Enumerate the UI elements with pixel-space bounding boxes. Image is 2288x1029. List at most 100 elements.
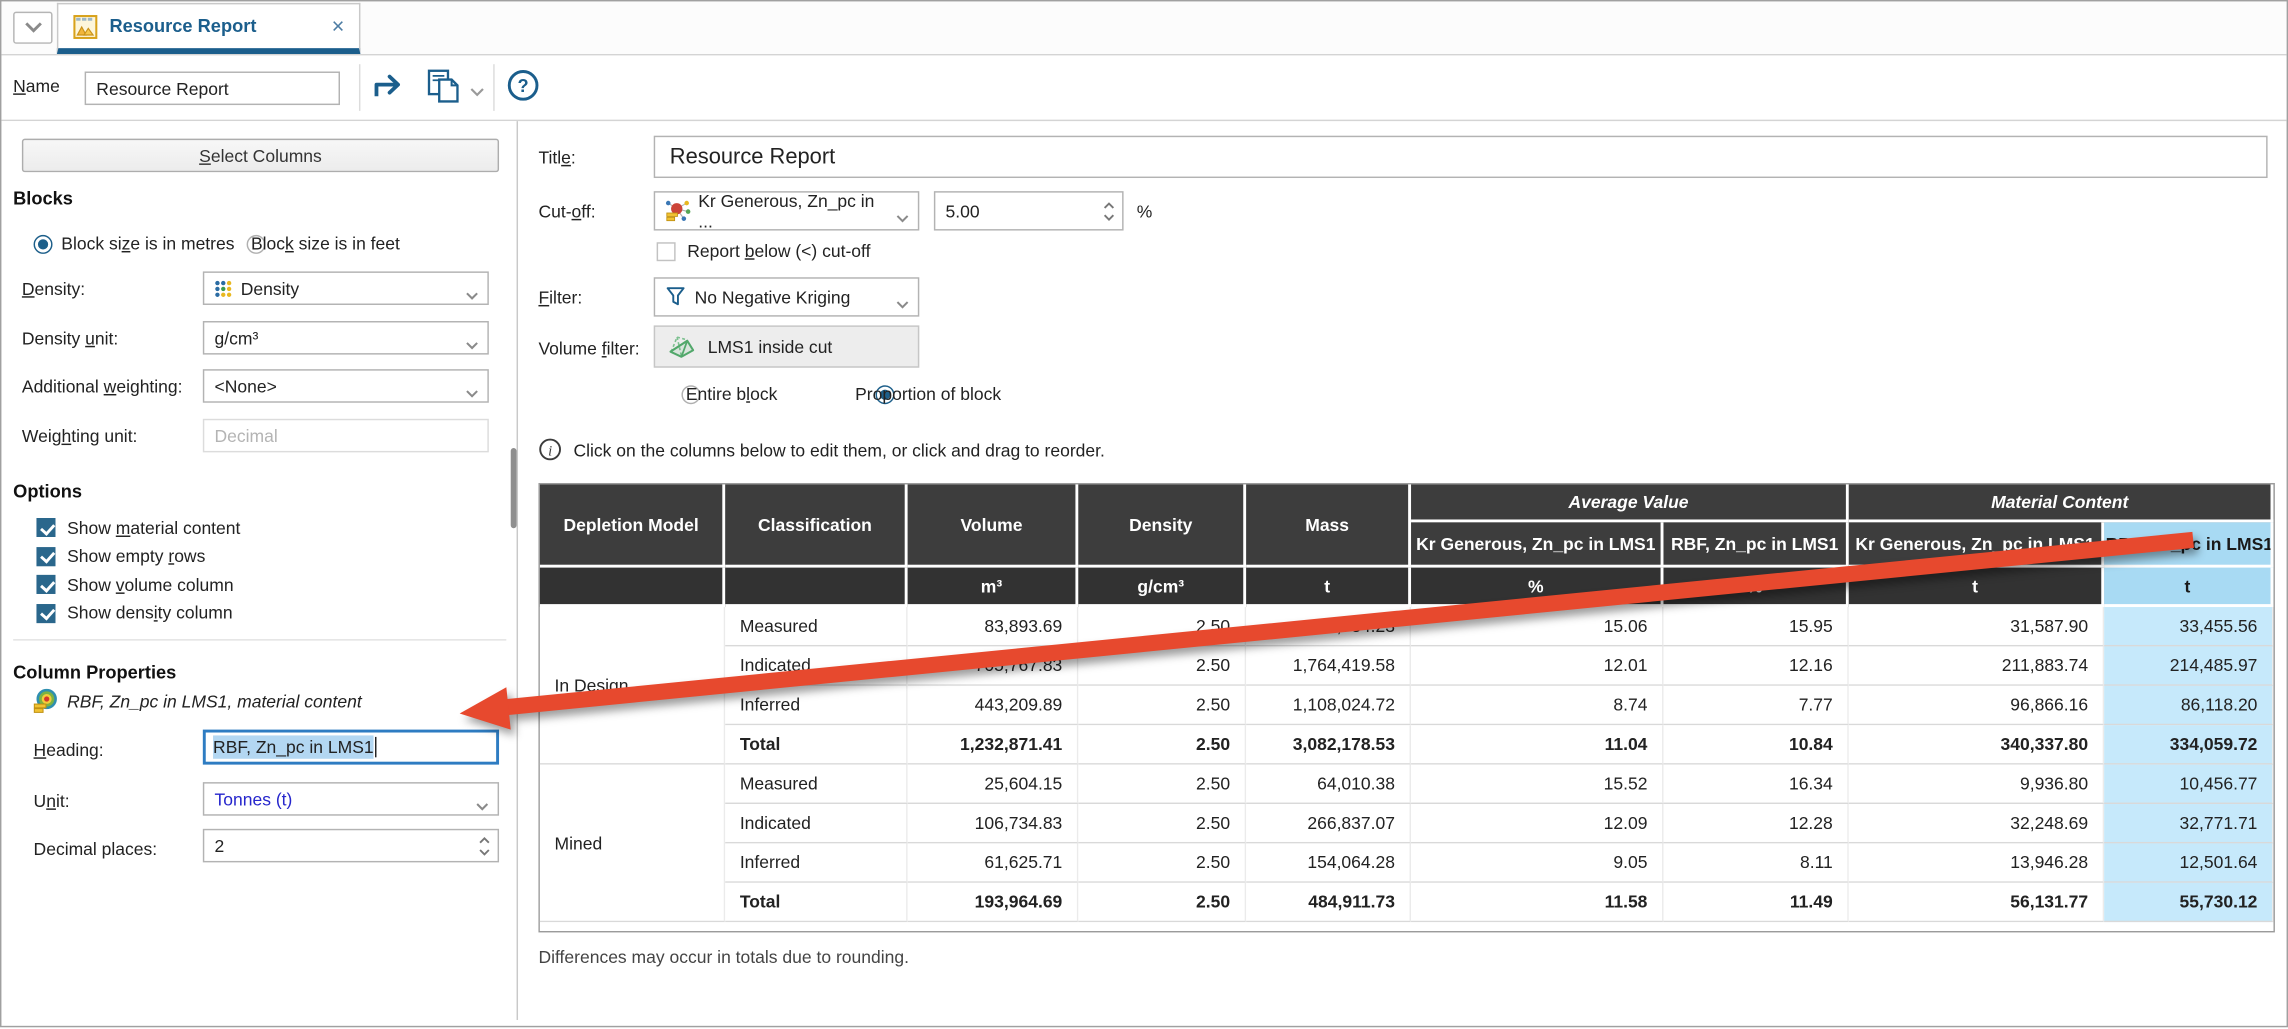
value-cell: 8.74 — [1411, 686, 1663, 725]
value-cell: 61,625.71 — [908, 843, 1079, 882]
mesh-volume-icon — [667, 333, 698, 361]
volume-filter-field[interactable]: LMS1 inside cut — [654, 325, 920, 367]
classification-cell: Inferred — [725, 686, 907, 725]
svg-text:i: i — [548, 443, 552, 459]
value-cell: 2.50 — [1078, 607, 1246, 646]
table-column-header[interactable]: RBF, Zn_pc in LMS1 — [1663, 522, 1848, 567]
title-input[interactable]: Resource Report — [654, 136, 2268, 178]
value-cell: 2.50 — [1078, 725, 1246, 764]
table-row: Indicated705,767.832.501,764,419.5812.01… — [540, 646, 2274, 685]
option-checkbox[interactable] — [36, 547, 55, 566]
sidebar-scrollbar-thumb[interactable] — [511, 448, 517, 528]
filter-funnel-icon — [665, 286, 685, 308]
value-cell: 12.16 — [1663, 646, 1848, 685]
option-label: Show volume column — [67, 575, 233, 595]
table-column-header[interactable]: Depletion Model — [540, 484, 725, 567]
value-cell: 193,964.69 — [908, 883, 1079, 922]
copy-options-dropdown[interactable] — [470, 82, 485, 102]
chevron-down-icon — [465, 389, 478, 398]
additional-weighting-dropdown[interactable]: <None> — [203, 369, 489, 403]
cutoff-dropdown[interactable]: Kr Generous, Zn_pc in ... — [654, 191, 920, 230]
weighting-unit-dropdown: Decimal — [203, 419, 489, 453]
value-cell: 209,734.23 — [1246, 607, 1411, 646]
cutoff-label: Cut-off: — [538, 201, 595, 221]
value-cell: 266,837.07 — [1246, 804, 1411, 843]
selected-text: RBF, Zn_pc in LMS1 — [213, 735, 374, 758]
value-cell: 7.77 — [1663, 686, 1848, 725]
sidebar: Select Columns Blocks Block size is in m… — [1, 121, 518, 1020]
radio-proportion-block-label: Proportion of block — [855, 384, 1001, 404]
table-column-header[interactable]: Volume — [908, 484, 1079, 567]
value-cell: 211,883.74 — [1849, 646, 2104, 685]
heading-input[interactable]: RBF, Zn_pc in LMS1 — [203, 730, 499, 765]
heading-field-label: Heading: — [34, 740, 104, 760]
spin-up-icon[interactable] — [1103, 201, 1115, 208]
selected-column-name: RBF, Zn_pc in LMS1, material content — [67, 691, 362, 711]
table-column-header[interactable]: Classification — [725, 484, 907, 567]
report-below-checkbox[interactable] — [657, 242, 676, 261]
filter-dropdown[interactable]: No Negative Kriging — [654, 277, 920, 316]
value-cell: 56,131.77 — [1849, 883, 2104, 922]
radio-entire-block-label: Entire block — [686, 384, 778, 404]
report-below-label: Report below (<) cut-off — [687, 241, 870, 261]
table-group-header: Material Content — [1849, 484, 2274, 522]
option-checkbox[interactable] — [36, 575, 55, 594]
title-label: Title: — [538, 147, 575, 167]
spin-down-icon[interactable] — [479, 848, 491, 855]
resource-table: Depletion ModelClassificationVolumeDensi… — [538, 483, 2274, 932]
table-row: Indicated106,734.832.50266,837.0712.0912… — [540, 804, 2274, 843]
density-label: Density: — [22, 279, 85, 299]
table-unit-cell: m³ — [908, 568, 1079, 607]
depletion-model-cell: In Design — [540, 607, 725, 765]
radio-block-metres[interactable] — [34, 235, 53, 254]
table-bottom-strip — [540, 922, 2274, 931]
table-unit-cell: t — [2104, 568, 2273, 607]
resource-report-icon — [73, 14, 98, 39]
table-row: Total193,964.692.50484,911.7311.5811.495… — [540, 883, 2274, 922]
spin-up-icon[interactable] — [479, 836, 491, 843]
table-column-header[interactable]: Kr Generous, Zn_pc in LMS1 — [1849, 522, 2104, 567]
decimal-places-label: Decimal places: — [34, 839, 158, 859]
value-cell: 443,209.89 — [908, 686, 1079, 725]
value-cell: 12.28 — [1663, 804, 1848, 843]
value-cell: 32,771.71 — [2104, 804, 2273, 843]
density-dropdown[interactable]: Density — [203, 271, 489, 305]
tab-bar: Resource Report × — [1, 1, 2286, 55]
numeric-column-icon — [215, 279, 233, 297]
decimal-places-spinner[interactable]: 2 — [203, 829, 499, 863]
unit-field-label: Unit: — [34, 791, 70, 811]
info-icon: i — [538, 438, 561, 461]
value-cell: 3,082,178.53 — [1246, 725, 1411, 764]
spin-down-icon[interactable] — [1103, 213, 1115, 220]
value-cell: 25,604.15 — [908, 765, 1079, 804]
cutoff-value-spinner[interactable]: 5.00 — [934, 191, 1124, 230]
copy-report-button[interactable] — [426, 69, 464, 108]
help-button[interactable]: ? — [506, 69, 540, 107]
value-cell: 214,485.97 — [2104, 646, 2273, 685]
window-list-button[interactable] — [13, 12, 52, 44]
table-column-header[interactable]: Density — [1078, 484, 1246, 567]
value-cell: 15.95 — [1663, 607, 1848, 646]
table-column-header[interactable]: Kr Generous, Zn_pc in LMS1 — [1411, 522, 1663, 567]
density-unit-label: Density unit: — [22, 328, 118, 348]
table-unit-cell — [725, 568, 907, 607]
option-row: Show volume column — [36, 571, 503, 599]
value-cell: 32,248.69 — [1849, 804, 2104, 843]
chevron-down-icon — [896, 214, 909, 223]
select-columns-button[interactable]: Select Columns — [22, 139, 499, 173]
value-cell: 11.49 — [1663, 883, 1848, 922]
option-checkbox[interactable] — [36, 604, 55, 623]
tab-resource-report[interactable]: Resource Report × — [57, 3, 361, 54]
density-unit-dropdown[interactable]: g/cm³ — [203, 321, 489, 355]
value-cell: 11.04 — [1411, 725, 1663, 764]
unit-dropdown[interactable]: Tonnes (t) — [203, 782, 499, 816]
value-cell: 31,587.90 — [1849, 607, 2104, 646]
options-heading: Options — [13, 482, 82, 502]
name-input[interactable]: Resource Report — [85, 72, 340, 106]
table-column-header[interactable]: Mass — [1246, 484, 1411, 567]
option-checkbox[interactable] — [36, 518, 55, 537]
table-column-header[interactable]: RBF, Zn_pc in LMS1 — [2104, 522, 2273, 567]
export-report-button[interactable] — [369, 70, 407, 106]
tab-close-icon[interactable]: × — [329, 15, 348, 37]
table-hint-text: Click on the columns below to edit them,… — [573, 441, 1104, 461]
